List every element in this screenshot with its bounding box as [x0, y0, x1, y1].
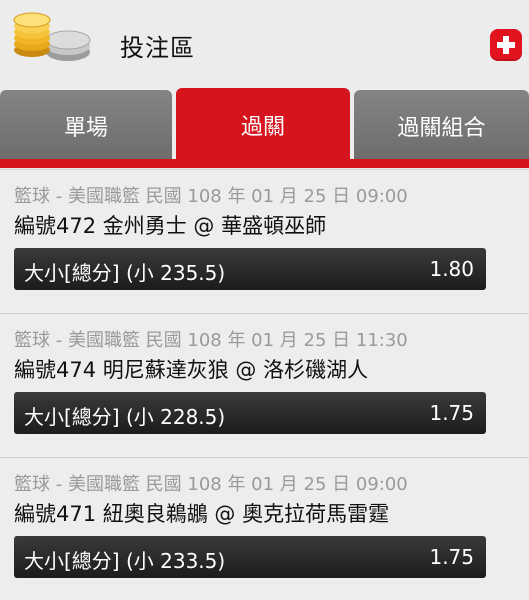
bet-type-label: 大小[總分] (小 235.5): [24, 261, 226, 285]
bet-match: 編號474 明尼蘇達灰狼 @ 洛杉磯湖人: [14, 358, 369, 382]
bet-selection-bar[interactable]: 大小[總分] (小 233.5) 1.75: [14, 536, 486, 578]
tab-single[interactable]: 單場: [0, 90, 172, 162]
bet-selection-bar[interactable]: 大小[總分] (小 235.5) 1.80: [14, 248, 486, 290]
tab-parlay-combo[interactable]: 過關組合: [354, 90, 529, 162]
tab-parlay[interactable]: 過關: [176, 88, 350, 162]
bet-odds: 1.75: [429, 545, 474, 569]
bet-match: 編號472 金州勇士 @ 華盛頓巫師: [14, 214, 327, 238]
plus-icon: [497, 36, 515, 54]
page-title: 投注區: [120, 34, 195, 62]
bet-odds: 1.80: [429, 257, 474, 281]
bet-card: 籃球 - 美國職籃 民國 108 年 01 月 25 日 09:00 編號471…: [0, 457, 529, 600]
add-button[interactable]: [490, 29, 522, 61]
bet-match: 編號471 紐奧良鵜鶘 @ 奧克拉荷馬雷霆: [14, 502, 390, 526]
bet-meta: 籃球 - 美國職籃 民國 108 年 01 月 25 日 09:00: [14, 186, 408, 207]
bet-type-label: 大小[總分] (小 233.5): [24, 549, 226, 573]
bet-meta: 籃球 - 美國職籃 民國 108 年 01 月 25 日 11:30: [14, 330, 408, 351]
tab-bar: 單場 過關 過關組合: [0, 88, 529, 162]
bet-card: 籃球 - 美國職籃 民國 108 年 01 月 25 日 11:30 編號474…: [0, 313, 529, 457]
bet-card: 籃球 - 美國職籃 民國 108 年 01 月 25 日 09:00 編號472…: [0, 169, 529, 313]
bet-selection-bar[interactable]: 大小[總分] (小 228.5) 1.75: [14, 392, 486, 434]
bet-odds: 1.75: [429, 401, 474, 425]
coins-icon: [8, 6, 96, 66]
active-tab-strip: [0, 159, 529, 168]
bet-meta: 籃球 - 美國職籃 民國 108 年 01 月 25 日 09:00: [14, 474, 408, 495]
bet-type-label: 大小[總分] (小 228.5): [24, 405, 226, 429]
header: 投注區: [0, 0, 529, 88]
